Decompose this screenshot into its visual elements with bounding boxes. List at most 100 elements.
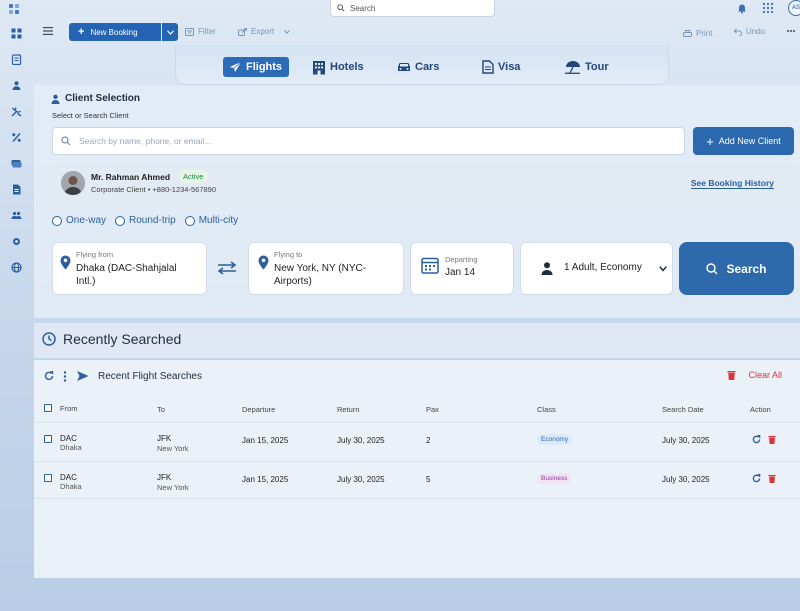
- row-from-city: Dhaka: [60, 482, 82, 491]
- booking-search-panel: Client Selection Select or Search Client…: [34, 85, 800, 318]
- client-avatar: [61, 171, 85, 195]
- refresh-icon[interactable]: [752, 435, 761, 444]
- user-avatar[interactable]: AS: [788, 0, 800, 16]
- app-logo-icon[interactable]: [8, 3, 20, 15]
- row-checkbox[interactable]: [44, 435, 52, 443]
- bell-icon[interactable]: [736, 2, 748, 14]
- search-icon: [706, 262, 718, 274]
- tab-tour-label: Tour: [585, 61, 609, 73]
- column-header-return: Return: [337, 405, 360, 414]
- radio-button[interactable]: [184, 215, 195, 226]
- flying-from-field[interactable]: Flying from Dhaka (DAC-Shahjalal Intl.): [52, 242, 207, 295]
- row-class-badge: Economy: [537, 434, 573, 445]
- select-all-checkbox[interactable]: [44, 404, 52, 412]
- search-flights-button[interactable]: Search: [679, 242, 794, 295]
- row-from-city: Dhaka: [60, 443, 82, 452]
- new-booking-label: New Booking: [90, 27, 138, 37]
- tab-tour[interactable]: Tour: [564, 57, 609, 77]
- globe-icon: [10, 261, 22, 273]
- user-icon: [51, 94, 60, 104]
- recently-searched-header: Recently Searched: [34, 323, 800, 358]
- service-tab-bar: Flights Hotels Cars Visa Tour: [175, 45, 669, 85]
- trip-type-options: One-way Round-trip Multi-city: [52, 215, 238, 226]
- flying-from-value-line2: Intl.): [76, 276, 96, 287]
- gear-icon: [12, 237, 20, 245]
- trash-icon[interactable]: [768, 435, 776, 444]
- team-icon: [11, 211, 21, 219]
- row-search-date: July 30, 2025: [662, 475, 710, 484]
- apps-grid-icon[interactable]: [762, 2, 774, 14]
- departing-date-field[interactable]: Departing Jan 14: [410, 242, 514, 295]
- sidebar-item-network[interactable]: [0, 254, 32, 280]
- row-pax: 2: [426, 436, 431, 445]
- recent-searches-subheader: Recent Flight Searches: [44, 370, 202, 382]
- refresh-icon[interactable]: [752, 474, 761, 483]
- filter-icon: [185, 27, 194, 36]
- sidebar-item-payments[interactable]: [0, 150, 32, 176]
- global-search-placeholder: Search: [350, 3, 376, 13]
- export-button[interactable]: Export: [238, 27, 290, 36]
- passengers-class-select[interactable]: 1 Adult, Economy: [520, 242, 673, 295]
- row-checkbox[interactable]: [44, 474, 52, 482]
- trip-type-round-trip[interactable]: Round-trip: [115, 215, 176, 226]
- chevron-down-icon: [166, 29, 174, 35]
- percent-icon: [11, 132, 21, 142]
- users-icon: [12, 80, 20, 90]
- tab-cars[interactable]: Cars: [397, 57, 439, 77]
- trash-icon[interactable]: [768, 474, 776, 483]
- swap-locations-button[interactable]: [216, 261, 238, 275]
- table-row[interactable]: DAC Dhaka JFK New York Jan 15, 2025 July…: [34, 422, 800, 460]
- sidebar-item-bookings[interactable]: [0, 46, 32, 72]
- more-options-button[interactable]: [786, 25, 796, 37]
- new-booking-button[interactable]: + New Booking: [69, 23, 161, 41]
- row-departure: Jan 15, 2025: [242, 475, 289, 484]
- more-vertical-icon: [787, 30, 795, 32]
- new-booking-dropdown-button[interactable]: [162, 23, 178, 41]
- client-selection-heading: Client Selection: [51, 93, 140, 104]
- sidebar-item-team[interactable]: [0, 202, 32, 228]
- see-booking-history-link[interactable]: See Booking History: [690, 178, 774, 189]
- trip-type-label: Round-trip: [129, 215, 176, 226]
- undo-label: Undo: [746, 27, 766, 36]
- client-selection-subtitle: Select or Search Client: [52, 111, 129, 120]
- radio-button[interactable]: [115, 215, 126, 226]
- trip-type-multi-city[interactable]: Multi-city: [184, 215, 238, 226]
- tab-hotels[interactable]: Hotels: [312, 57, 364, 77]
- client-search-input[interactable]: Search by name, phone, or email...: [52, 127, 685, 155]
- tab-visa[interactable]: Visa: [482, 57, 520, 77]
- recently-searched-heading: Recently Searched: [42, 331, 181, 347]
- sidebar-item-discounts[interactable]: [0, 124, 32, 150]
- add-new-client-button[interactable]: + Add New Client: [693, 127, 794, 155]
- global-search-input[interactable]: Search: [330, 0, 495, 17]
- sidebar-item-tools[interactable]: [0, 98, 32, 124]
- tab-flights[interactable]: Flights: [223, 57, 290, 77]
- sidebar-item-dashboard[interactable]: [0, 20, 32, 46]
- top-bar: Search AS: [0, 0, 800, 18]
- row-to-code: JFK: [157, 434, 172, 443]
- filter-button[interactable]: Filter: [185, 27, 216, 36]
- radio-button[interactable]: [52, 215, 62, 226]
- sidebar-item-clients[interactable]: [0, 72, 32, 98]
- trip-type-one-way[interactable]: One-way: [52, 215, 106, 226]
- flying-to-field[interactable]: Flying to New York, NY (NYC- Airports): [248, 242, 404, 295]
- export-label: Export: [251, 27, 275, 36]
- flying-from-value-line1: Dhaka (DAC-Shahjalal: [76, 263, 177, 274]
- search-button-label: Search: [726, 261, 767, 276]
- chevron-down-icon: [284, 29, 290, 34]
- client-search-placeholder: Search by name, phone, or email...: [79, 136, 212, 146]
- refresh-icon[interactable]: [44, 371, 54, 381]
- clear-all-button[interactable]: Clear All: [727, 370, 782, 380]
- print-button[interactable]: Print: [683, 29, 712, 38]
- table-row[interactable]: DAC Dhaka JFK New York Jan 15, 2025 July…: [34, 461, 800, 499]
- calendar-icon: [421, 257, 439, 274]
- undo-button[interactable]: Undo: [734, 27, 765, 36]
- undo-icon: [734, 28, 742, 36]
- sidebar-item-settings[interactable]: [0, 228, 32, 254]
- trip-type-label: One-way: [66, 215, 107, 226]
- more-vertical-icon[interactable]: [63, 370, 67, 382]
- row-to-city: New York: [157, 444, 189, 453]
- filter-label: Filter: [198, 27, 216, 36]
- sidebar: [0, 20, 32, 611]
- sidebar-item-reports[interactable]: [0, 176, 32, 202]
- menu-icon[interactable]: [43, 27, 53, 35]
